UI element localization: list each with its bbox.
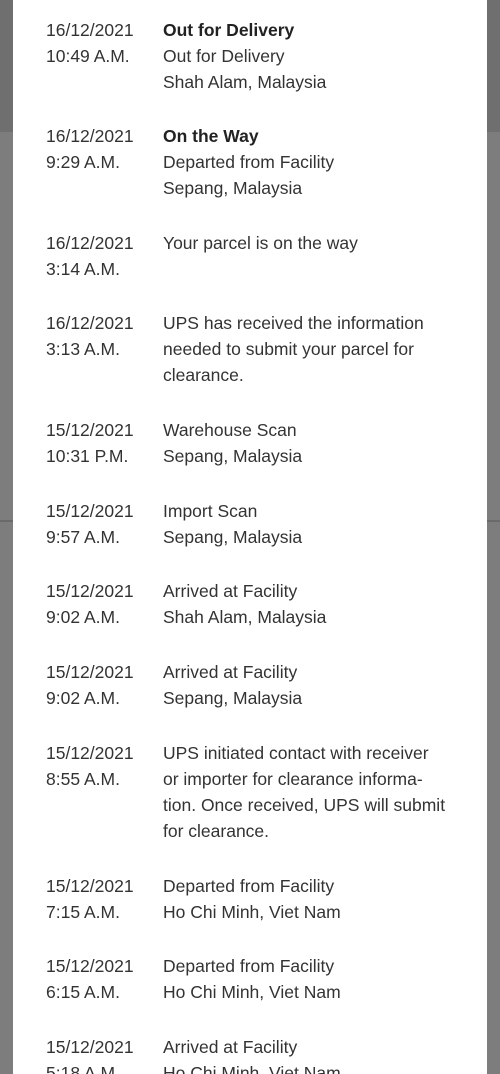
event-date: 15/12/2021 [46, 581, 134, 601]
event-description-line: Departed from Facility [163, 152, 335, 172]
event-description-line: Arrived at Facility [163, 1037, 298, 1057]
event-time: 5:18 A.M. [46, 1063, 120, 1074]
event-description-line: UPS initiated contact with receiver [163, 743, 429, 763]
event-datetime: 16/12/2021 9:29 A.M. [46, 123, 156, 175]
event-description-line: for clearance. [163, 821, 270, 841]
event-details: Your parcel is on the way [163, 230, 463, 256]
event-date: 16/12/2021 [46, 233, 134, 253]
event-description-line: Arrived at Facility [163, 581, 298, 601]
event-time: 9:02 A.M. [46, 607, 120, 627]
event-datetime: 15/12/2021 5:18 A.M. [46, 1034, 156, 1074]
event-datetime: 15/12/2021 9:57 A.M. [46, 498, 156, 550]
event-time: 6:15 A.M. [46, 982, 120, 1002]
event-time: 8:55 A.M. [46, 769, 120, 789]
event-date: 15/12/2021 [46, 956, 134, 976]
event-details: Departed from Facility Ho Chi Minh, Viet … [163, 873, 463, 925]
event-datetime: 15/12/2021 9:02 A.M. [46, 659, 156, 711]
event-description-line: UPS has received the information [163, 313, 424, 333]
event-datetime: 15/12/2021 9:02 A.M. [46, 578, 156, 630]
event-description-line: Sepang, Malaysia [163, 527, 303, 547]
event-time: 10:49 A.M. [46, 46, 130, 66]
event-description-line: Departed from Facility [163, 956, 335, 976]
event-date: 16/12/2021 [46, 126, 134, 146]
event-details: Out for Delivery Out for Delivery Shah Ala… [163, 17, 463, 95]
tracking-history-sheet[interactable]: 16/12/2021 10:49 A.M. Out for Delivery Out … [13, 0, 487, 1074]
event-time: 9:29 A.M. [46, 152, 120, 172]
event-description-line: Ho Chi Minh, Viet Nam [163, 1063, 341, 1074]
event-time: 3:13 A.M. [46, 339, 120, 359]
event-date: 15/12/2021 [46, 876, 134, 896]
event-datetime: 15/12/2021 6:15 A.M. [46, 953, 156, 1005]
event-datetime: 16/12/2021 10:49 A.M. [46, 17, 156, 69]
event-details: Arrived at Facility Ho Chi Minh, Viet Nam [163, 1034, 463, 1074]
event-date: 15/12/2021 [46, 662, 134, 682]
event-description-line: tion. Once received, UPS will submit [163, 795, 446, 815]
event-details: Departed from Facility Ho Chi Minh, Viet … [163, 953, 463, 1005]
event-details: On the Way Departed from Facility Sepang, … [163, 123, 463, 201]
event-datetime: 15/12/2021 8:55 A.M. [46, 740, 156, 792]
event-time: 10:31 P.M. [46, 446, 129, 466]
event-datetime: 15/12/2021 7:15 A.M. [46, 873, 156, 925]
event-time: 9:02 A.M. [46, 688, 120, 708]
event-details: UPS initiated contact with receiver or im… [163, 740, 463, 844]
event-datetime: 15/12/2021 10:31 P.M. [46, 417, 156, 469]
event-description-line: Import Scan [163, 501, 258, 521]
event-description-line: Sepang, Malaysia [163, 688, 303, 708]
event-description-line: Ho Chi Minh, Viet Nam [163, 902, 341, 922]
event-description-line: or importer for clearance informa- [163, 769, 423, 789]
event-status: Out for Delivery [163, 20, 295, 40]
event-description-line: Shah Alam, Malaysia [163, 607, 327, 627]
event-description-line: Arrived at Facility [163, 662, 298, 682]
event-description-line: Out for Delivery [163, 46, 285, 66]
event-details: Arrived at Facility Sepang, Malaysia [163, 659, 463, 711]
event-details: Warehouse Scan Sepang, Malaysia [163, 417, 463, 469]
event-description-line: Ho Chi Minh, Viet Nam [163, 982, 341, 1002]
event-description-line: Your parcel is on the way [163, 233, 358, 253]
event-time: 7:15 A.M. [46, 902, 120, 922]
event-description-line: Sepang, Malaysia [163, 178, 303, 198]
event-datetime: 16/12/2021 3:13 A.M. [46, 310, 156, 362]
event-status: On the Way [163, 126, 259, 146]
event-description-line: Departed from Facility [163, 876, 335, 896]
event-date: 15/12/2021 [46, 501, 134, 521]
event-details: Arrived at Facility Shah Alam, Malaysia [163, 578, 463, 630]
event-time: 9:57 A.M. [46, 527, 120, 547]
event-description-line: clearance. [163, 365, 244, 385]
event-time: 3:14 A.M. [46, 259, 120, 279]
event-date: 15/12/2021 [46, 1037, 134, 1057]
event-date: 16/12/2021 [46, 313, 134, 333]
event-datetime: 16/12/2021 3:14 A.M. [46, 230, 156, 282]
event-description-line: needed to submit your parcel for [163, 339, 414, 359]
event-description-line: Shah Alam, Malaysia [163, 72, 327, 92]
event-description-line: Warehouse Scan [163, 420, 297, 440]
event-details: Import Scan Sepang, Malaysia [163, 498, 463, 550]
event-details: UPS has received the information needed t… [163, 310, 463, 388]
event-date: 15/12/2021 [46, 743, 134, 763]
event-description-line: Sepang, Malaysia [163, 446, 303, 466]
event-date: 16/12/2021 [46, 20, 134, 40]
event-date: 15/12/2021 [46, 420, 134, 440]
